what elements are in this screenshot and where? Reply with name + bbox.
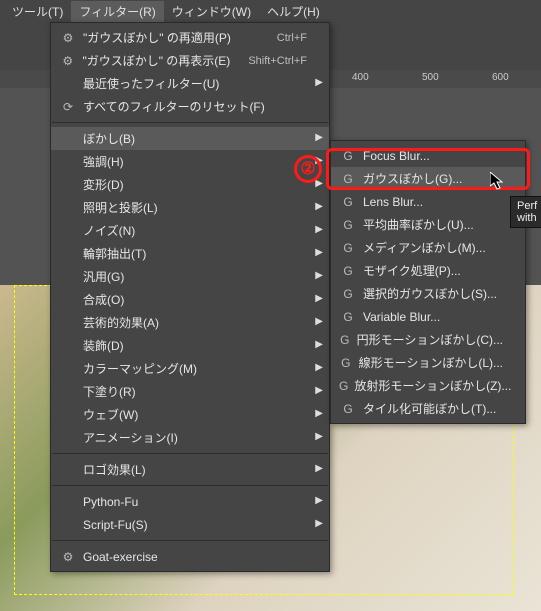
menu-separator xyxy=(52,122,328,123)
menu-item-reset-all[interactable]: ⟳ すべてのフィルターのリセット(F) xyxy=(51,95,329,118)
chevron-right-icon: ▶ xyxy=(315,518,323,529)
chevron-right-icon: ▶ xyxy=(315,201,323,212)
menu-item-distort[interactable]: 変形(D)▶ xyxy=(51,173,329,196)
gegl-icon: G xyxy=(339,287,357,301)
menu-item-noise[interactable]: ノイズ(N)▶ xyxy=(51,219,329,242)
menu-item-combine[interactable]: 合成(O)▶ xyxy=(51,288,329,311)
gegl-icon: G xyxy=(339,402,357,416)
menu-item-render[interactable]: 下塗り(R)▶ xyxy=(51,380,329,403)
menu-separator xyxy=(52,485,328,486)
annotation-number: ② xyxy=(294,155,322,183)
chevron-right-icon: ▶ xyxy=(315,316,323,327)
menu-item-decor[interactable]: 装飾(D)▶ xyxy=(51,334,329,357)
menu-item-colormap[interactable]: カラーマッピング(M)▶ xyxy=(51,357,329,380)
chevron-right-icon: ▶ xyxy=(315,339,323,350)
reset-icon: ⟳ xyxy=(59,100,77,114)
chevron-right-icon: ▶ xyxy=(315,362,323,373)
sub-variable-blur[interactable]: GVariable Blur... xyxy=(331,305,525,328)
menu-filters[interactable]: フィルター(R) xyxy=(71,1,163,22)
tooltip: Perf with xyxy=(510,196,541,228)
chevron-right-icon: ▶ xyxy=(315,132,323,143)
menu-item-blur[interactable]: ぼかし(B)▶ xyxy=(51,127,329,150)
sub-zoom-motion[interactable]: G放射形モーションぼかし(Z)... xyxy=(331,374,525,397)
ruler-tick: 600 xyxy=(492,72,509,83)
filters-dropdown: ⚙ "ガウスぼかし" の再適用(P) Ctrl+F ⚙ "ガウスぼかし" の再表… xyxy=(50,22,330,572)
sub-gaussian-blur[interactable]: Gガウスぼかし(G)... xyxy=(331,167,525,190)
ruler-tick: 400 xyxy=(352,72,369,83)
gegl-icon: G xyxy=(339,241,357,255)
gegl-icon: G xyxy=(339,310,357,324)
blur-submenu: GFocus Blur... Gガウスぼかし(G)... GLens Blur.… xyxy=(330,140,526,424)
sub-focus-blur[interactable]: GFocus Blur... xyxy=(331,144,525,167)
sub-pixelize[interactable]: Gモザイク処理(P)... xyxy=(331,259,525,282)
gegl-icon: G xyxy=(339,264,357,278)
menu-item-generic[interactable]: 汎用(G)▶ xyxy=(51,265,329,288)
menu-item-animation[interactable]: アニメーション(I)▶ xyxy=(51,426,329,449)
gegl-icon: G xyxy=(339,333,351,347)
menu-item-recent[interactable]: 最近使ったフィルター(U) ▶ xyxy=(51,72,329,95)
chevron-right-icon: ▶ xyxy=(315,270,323,281)
sub-mean-curvature[interactable]: G平均曲率ぼかし(U)... xyxy=(331,213,525,236)
menu-item-artistic[interactable]: 芸術的効果(A)▶ xyxy=(51,311,329,334)
menu-item-light[interactable]: 照明と投影(L)▶ xyxy=(51,196,329,219)
chevron-right-icon: ▶ xyxy=(315,224,323,235)
gegl-icon: G xyxy=(339,379,348,393)
gegl-icon: G xyxy=(339,356,353,370)
menu-window[interactable]: ウィンドウ(W) xyxy=(164,1,259,22)
menu-help[interactable]: ヘルプ(H) xyxy=(259,1,328,22)
chevron-right-icon: ▶ xyxy=(315,77,323,88)
chevron-right-icon: ▶ xyxy=(315,385,323,396)
gear-icon: ⚙ xyxy=(59,550,77,564)
menu-item-enhance[interactable]: 強調(H)▶ xyxy=(51,150,329,173)
gegl-icon: G xyxy=(339,149,357,163)
gegl-icon: G xyxy=(339,218,357,232)
chevron-right-icon: ▶ xyxy=(315,463,323,474)
menu-item-web[interactable]: ウェブ(W)▶ xyxy=(51,403,329,426)
chevron-right-icon: ▶ xyxy=(315,431,323,442)
sub-lens-blur[interactable]: GLens Blur... xyxy=(331,190,525,213)
sub-tileable-blur[interactable]: Gタイル化可能ぼかし(T)... xyxy=(331,397,525,420)
menu-item-logo[interactable]: ロゴ効果(L)▶ xyxy=(51,458,329,481)
gear-icon: ⚙ xyxy=(59,31,77,45)
gegl-icon: G xyxy=(339,172,357,186)
menu-item-reapply[interactable]: ⚙ "ガウスぼかし" の再適用(P) Ctrl+F xyxy=(51,26,329,49)
chevron-right-icon: ▶ xyxy=(315,408,323,419)
chevron-right-icon: ▶ xyxy=(315,247,323,258)
sub-median-blur[interactable]: Gメディアンぼかし(M)... xyxy=(331,236,525,259)
menu-separator xyxy=(52,540,328,541)
menubar: ツール(T) フィルター(R) ウィンドウ(W) ヘルプ(H) xyxy=(0,0,541,22)
ruler-tick: 500 xyxy=(422,72,439,83)
sub-circular-motion[interactable]: G円形モーションぼかし(C)... xyxy=(331,328,525,351)
menu-separator xyxy=(52,453,328,454)
gear-icon: ⚙ xyxy=(59,54,76,68)
sub-selective-gaussian[interactable]: G選択的ガウスぼかし(S)... xyxy=(331,282,525,305)
tooltip-line: Perf xyxy=(517,200,537,212)
menu-tools[interactable]: ツール(T) xyxy=(4,1,71,22)
tooltip-line: with xyxy=(517,212,537,224)
menu-item-edge[interactable]: 輪郭抽出(T)▶ xyxy=(51,242,329,265)
gegl-icon: G xyxy=(339,195,357,209)
menu-item-goat[interactable]: ⚙Goat-exercise xyxy=(51,545,329,568)
chevron-right-icon: ▶ xyxy=(315,495,323,506)
sub-linear-motion[interactable]: G線形モーションぼかし(L)... xyxy=(331,351,525,374)
chevron-right-icon: ▶ xyxy=(315,293,323,304)
menu-item-pythonfu[interactable]: Python-Fu▶ xyxy=(51,490,329,513)
menu-item-reshow[interactable]: ⚙ "ガウスぼかし" の再表示(E) Shift+Ctrl+F xyxy=(51,49,329,72)
menu-item-scriptfu[interactable]: Script-Fu(S)▶ xyxy=(51,513,329,536)
